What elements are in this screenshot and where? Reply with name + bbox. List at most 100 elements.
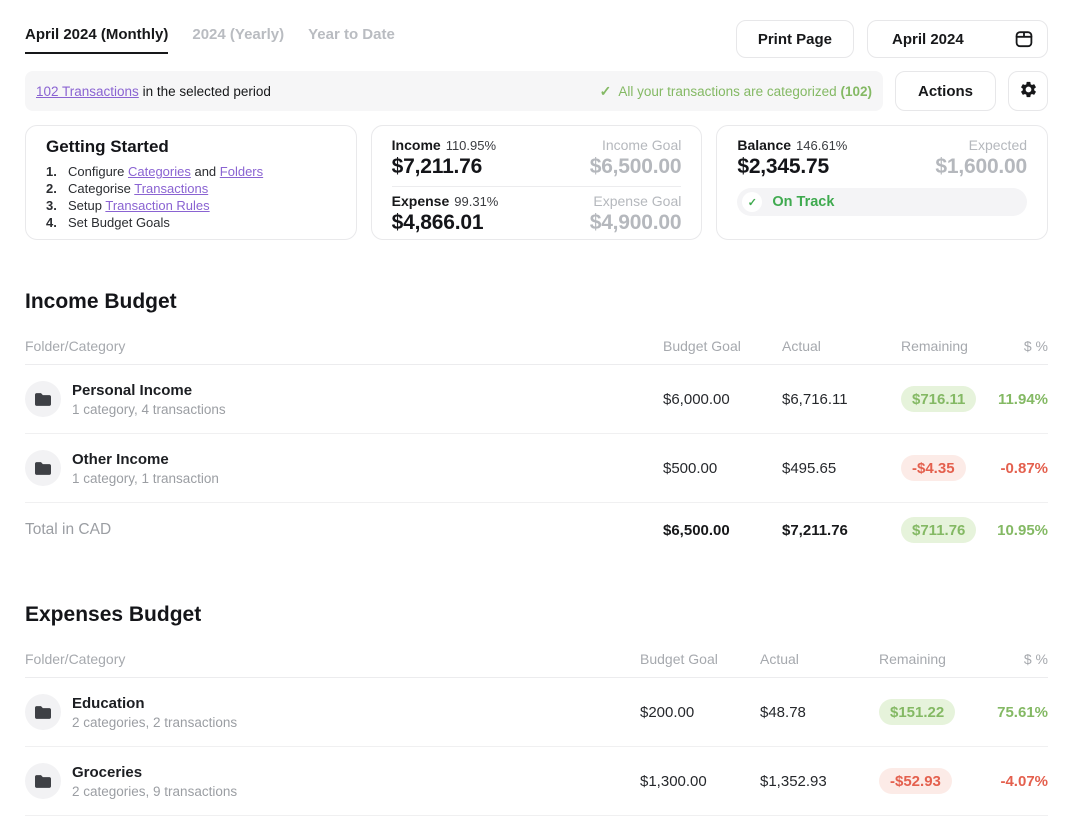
expense-goal-value: $4,900.00 xyxy=(590,211,682,235)
balance-card: Balance146.61% $2,345.75 Expected $1,600… xyxy=(716,125,1048,240)
card-divider xyxy=(392,186,682,187)
expense-stat-row: Expense99.31% $4,866.01 Expense Goal $4,… xyxy=(392,193,682,235)
column-header--: $ % xyxy=(968,651,1048,667)
step-number: 1. xyxy=(46,163,68,180)
expenses-budget-table: Folder/CategoryBudget GoalActualRemainin… xyxy=(25,651,1048,826)
table-row-electronics[interactable]: Electronics xyxy=(25,816,1048,826)
column-header-actual: Actual xyxy=(782,338,901,354)
percent-value: 75.61% xyxy=(968,704,1048,721)
remaining-badge: -$4.35 xyxy=(901,455,966,481)
actual-value: $6,716.11 xyxy=(782,391,901,408)
income-label: Income110.95% xyxy=(392,137,496,153)
income-budget-title: Income Budget xyxy=(25,290,1048,314)
percent-value: 11.94% xyxy=(991,391,1048,408)
remaining-badge: -$52.93 xyxy=(879,768,952,794)
categorized-status: ✓ All your transactions are categorized … xyxy=(600,83,872,100)
total-budget-goal: $6,500.00 xyxy=(663,522,782,539)
tab-april-2024-monthly-[interactable]: April 2024 (Monthly) xyxy=(25,26,168,54)
getting-started-step-2: 2.Categorise Transactions xyxy=(46,180,336,197)
step-number: 4. xyxy=(46,214,68,231)
period-picker-label: April 2024 xyxy=(892,31,964,48)
total-remaining-badge: $711.76 xyxy=(901,517,976,543)
transactions-link[interactable]: Transactions xyxy=(134,181,208,196)
table-row-groceries[interactable]: Groceries 2 categories, 9 transactions $1,… xyxy=(25,747,1048,816)
folder-icon xyxy=(25,381,61,417)
step-text: Set Budget Goals xyxy=(68,214,170,231)
column-header-actual: Actual xyxy=(760,651,879,667)
transactions-link[interactable]: 102 Transactions xyxy=(36,84,139,99)
actual-value: $48.78 xyxy=(760,704,879,721)
expected-label: Expected xyxy=(935,137,1027,153)
table-row-other-income[interactable]: Other Income 1 category, 1 transaction $50… xyxy=(25,434,1048,503)
table-header-row: Folder/CategoryBudget GoalActualRemainin… xyxy=(25,338,1048,365)
check-circle-icon: ✓ xyxy=(742,192,762,212)
check-icon: ✓ xyxy=(600,83,612,100)
column-header-folder-category: Folder/Category xyxy=(25,651,640,667)
table-row-personal-income[interactable]: Personal Income1 category, 4 transaction… xyxy=(25,365,1048,434)
expense-value: $4,866.01 xyxy=(392,211,499,235)
getting-started-card: Getting Started 1.Configure Categories a… xyxy=(25,125,357,240)
folder-icon xyxy=(25,450,61,486)
column-header-budget-goal: Budget Goal xyxy=(640,651,760,667)
categories-link[interactable]: Categories xyxy=(128,164,191,179)
income-value: $7,211.76 xyxy=(392,155,496,179)
category-text: Education 2 categories, 2 transactions xyxy=(72,695,237,730)
getting-started-steps: 1.Configure Categories and Folders2.Cate… xyxy=(46,163,336,231)
category-name: Education xyxy=(72,695,237,712)
budget-goal-value: $6,000.00 xyxy=(663,391,782,408)
category-cell: Other Income 1 category, 1 transaction xyxy=(25,450,663,486)
toolbar: Print Page April 2024 xyxy=(736,20,1048,58)
folder-icon xyxy=(25,694,61,730)
table-header-row: Folder/CategoryBudget GoalActualRemainin… xyxy=(25,651,1048,678)
step-text: Categorise Transactions xyxy=(68,180,208,197)
balance-value: $2,345.75 xyxy=(737,155,847,179)
category-text: Other Income 1 category, 1 transaction xyxy=(72,451,219,486)
period-tabs: April 2024 (Monthly) 2024 (Yearly) Year to… xyxy=(25,20,395,54)
status-row: 102 Transactions in the selected period … xyxy=(25,71,1048,111)
on-track-status-badge: ✓ On Track xyxy=(737,188,1027,216)
period-picker-button[interactable]: April 2024 xyxy=(867,20,1048,58)
remaining-badge: $151.22 xyxy=(879,699,955,725)
table-row-education[interactable]: Education2 categories, 2 transactions$20… xyxy=(25,678,1048,747)
getting-started-step-4: 4.Set Budget Goals xyxy=(46,214,336,231)
category-meta: 1 category, 1 transaction xyxy=(72,471,219,486)
actual-value: $495.65 xyxy=(782,460,901,477)
folders-link[interactable]: Folders xyxy=(220,164,263,179)
step-number: 3. xyxy=(46,197,68,214)
percent-value: -4.07% xyxy=(968,773,1048,790)
step-text: Setup Transaction Rules xyxy=(68,197,210,214)
column-header-remaining: Remaining xyxy=(879,651,968,667)
calendar-icon xyxy=(1014,29,1034,49)
transactions-count-text: 102 Transactions in the selected period xyxy=(36,84,271,99)
income-expense-card: Income110.95% $7,211.76 Income Goal $6,5… xyxy=(371,125,703,240)
actions-button[interactable]: Actions xyxy=(895,71,996,111)
transactions-status-bar: 102 Transactions in the selected period … xyxy=(25,71,883,111)
total-percent-value: 10.95% xyxy=(991,522,1048,539)
tab-2024-yearly-[interactable]: 2024 (Yearly) xyxy=(192,26,284,54)
settings-button[interactable] xyxy=(1008,71,1048,111)
expense-label: Expense99.31% xyxy=(392,193,499,209)
category-meta: 2 categories, 2 transactions xyxy=(72,715,237,730)
budget-goal-value: $1,300.00 xyxy=(640,773,760,790)
budget-goal-value: $500.00 xyxy=(663,460,782,477)
category-text: Groceries 2 categories, 9 transactions xyxy=(72,764,237,799)
column-header-budget-goal: Budget Goal xyxy=(663,338,782,354)
tab-year-to-date[interactable]: Year to Date xyxy=(308,26,395,54)
expenses-budget-title: Expenses Budget xyxy=(25,603,1048,627)
column-header-folder-category: Folder/Category xyxy=(25,338,663,354)
transaction-rules-link[interactable]: Transaction Rules xyxy=(105,198,209,213)
category-cell: Education 2 categories, 2 transactions xyxy=(25,694,640,730)
category-meta: 1 category, 4 transactions xyxy=(72,402,226,417)
category-name: Other Income xyxy=(72,451,219,468)
total-label: Total in CAD xyxy=(25,521,663,539)
balance-label: Balance146.61% xyxy=(737,137,847,153)
print-page-button[interactable]: Print Page xyxy=(736,20,854,58)
category-meta: 2 categories, 9 transactions xyxy=(72,784,237,799)
category-name: Groceries xyxy=(72,764,237,781)
step-number: 2. xyxy=(46,180,68,197)
percent-value: -0.87% xyxy=(991,460,1048,477)
column-header--: $ % xyxy=(991,338,1048,354)
balance-stat-row: Balance146.61% $2,345.75 Expected $1,600… xyxy=(737,137,1027,179)
expected-value: $1,600.00 xyxy=(935,155,1027,179)
on-track-label: On Track xyxy=(772,194,834,210)
